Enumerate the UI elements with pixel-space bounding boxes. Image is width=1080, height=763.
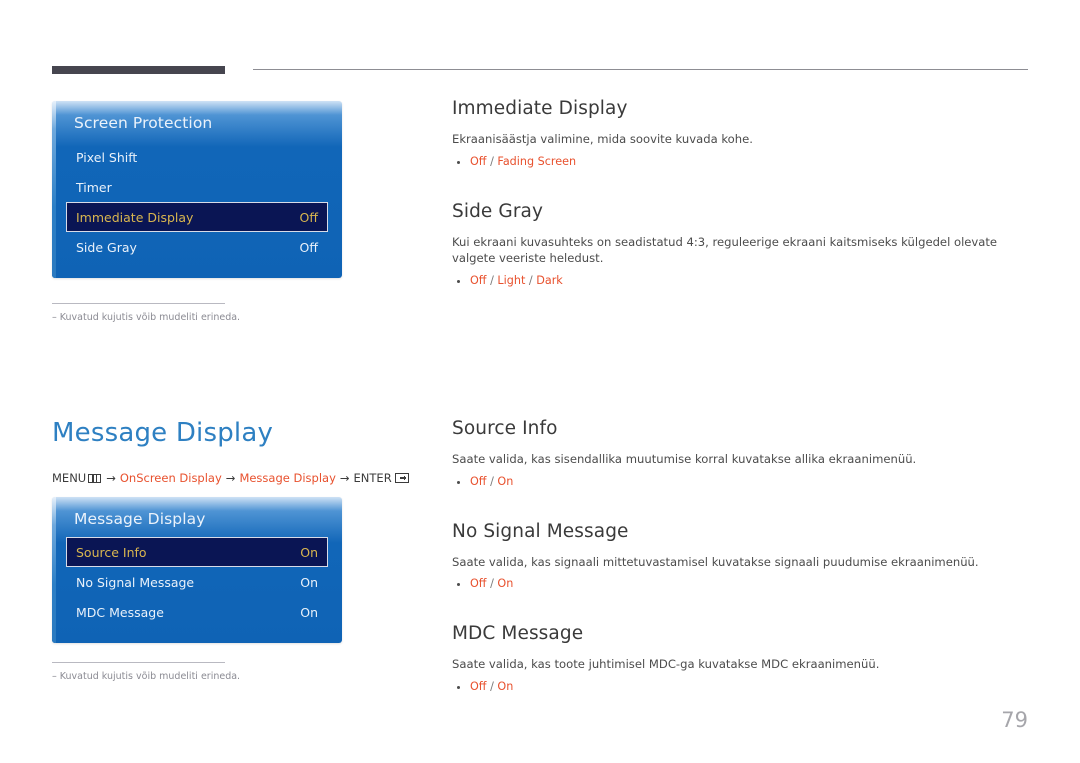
breadcrumb-arrow: → [225, 471, 236, 485]
option-separator: / [486, 154, 498, 168]
osd-item-value: Off [299, 239, 318, 255]
topic-option-list: Off / On [452, 576, 1028, 593]
osd-menu-list: Source Info On No Signal Message On MDC … [52, 537, 342, 643]
page-number: 79 [1001, 708, 1028, 732]
breadcrumb-arrow: → [339, 471, 350, 485]
option-separator: / [486, 474, 498, 488]
topic-heading: MDC Message [452, 623, 584, 645]
header-rule-thick [52, 66, 225, 74]
osd-menu-item-mdc-message[interactable]: MDC Message On [66, 597, 328, 627]
osd-menu-item-source-info[interactable]: Source Info On [66, 537, 328, 567]
option-value: Off [470, 679, 487, 693]
topic-description: Saate valida, kas toote juhtimisel MDC-g… [452, 657, 880, 672]
topic-heading: No Signal Message [452, 520, 629, 542]
figure-note-rule [52, 662, 225, 663]
osd-item-value: On [300, 574, 318, 590]
option-value: Off [470, 274, 487, 288]
osd-menu-item-pixel-shift[interactable]: Pixel Shift [66, 142, 328, 172]
page-title: Message Display [52, 418, 274, 448]
topic-immediate-display: Immediate Display Ekraanisäästja valimin… [452, 98, 1028, 171]
osd-menu-item-side-gray[interactable]: Side Gray Off [66, 232, 328, 262]
osd-item-label: MDC Message [76, 604, 164, 620]
option-value: On [497, 474, 514, 488]
option-separator: / [486, 577, 498, 591]
osd-item-label: Immediate Display [76, 209, 194, 225]
osd-menu-item-timer[interactable]: Timer [66, 172, 328, 202]
option-value: Off [470, 577, 487, 591]
option-separator: / [486, 679, 498, 693]
option-value: Light [497, 274, 526, 288]
option-value: Off [470, 474, 487, 488]
topic-no-signal-message: No Signal Message Saate valida, kas sign… [452, 521, 1028, 594]
topic-heading: Immediate Display [452, 98, 628, 119]
figure-note-rule [52, 303, 225, 304]
osd-item-label: Pixel Shift [76, 149, 138, 165]
osd-menu-item-immediate-display[interactable]: Immediate Display Off [66, 202, 328, 232]
breadcrumb-step-message-display[interactable]: Message Display [239, 471, 335, 485]
breadcrumb-arrow: → [106, 471, 116, 485]
osd-panel-title: Screen Protection [74, 114, 213, 132]
menu-grid-icon [88, 473, 102, 483]
topic-option-list: Off / Light / Dark [452, 273, 1028, 290]
option-value: Off [470, 154, 487, 168]
option-item: Off / On [457, 474, 1028, 491]
header-rule-thin [253, 69, 1028, 70]
figure-note-text: – Kuvatud kujutis võib mudeliti erineda. [52, 671, 241, 682]
topic-heading: Source Info [452, 418, 558, 439]
topic-side-gray: Side Gray Kui ekraani kuvasuhteks on sea… [452, 201, 1028, 290]
figure-note-top: – Kuvatud kujutis võib mudeliti erineda. [52, 303, 302, 324]
header-rule [52, 66, 1028, 74]
osd-panel-title: Message Display [74, 510, 206, 528]
breadcrumb-menu-label: MENU [52, 471, 87, 485]
osd-menu-list: Pixel Shift Timer Immediate Display Off … [52, 142, 342, 278]
figure-note-text: – Kuvatud kujutis võib mudeliti erineda. [52, 312, 241, 323]
osd-item-value: On [300, 544, 318, 560]
option-item: Off / On [457, 576, 1028, 593]
topic-option-list: Off / Fading Screen [452, 154, 1028, 171]
topic-option-list: Off / On [452, 474, 1028, 491]
osd-menu-item-no-signal-message[interactable]: No Signal Message On [66, 567, 328, 597]
option-item: Off / Light / Dark [457, 273, 1028, 290]
topic-heading: Side Gray [452, 200, 544, 222]
osd-item-label: No Signal Message [76, 574, 195, 590]
topic-description: Ekraanisäästja valimine, mida soovite ku… [452, 132, 753, 146]
breadcrumb-step-onscreen-display[interactable]: OnScreen Display [120, 471, 222, 485]
option-value: Dark [536, 274, 563, 288]
topic-mdc-message: MDC Message Saate valida, kas toote juht… [452, 623, 1028, 696]
option-item: Off / On [457, 679, 1028, 696]
option-separator: / [486, 274, 498, 288]
topic-description: Saate valida, kas sisendallika muutumise… [452, 452, 917, 466]
content-column-bottom: Source Info Saate valida, kas sisendalli… [452, 418, 1028, 696]
option-value: On [497, 577, 514, 591]
option-separator: / [525, 274, 537, 288]
topic-description: Kui ekraani kuvasuhteks on seadistatud 4… [452, 234, 998, 266]
topic-description: Saate valida, kas signaali mittetuvastam… [452, 554, 979, 569]
content-column-top: Immediate Display Ekraanisäästja valimin… [452, 98, 1028, 290]
figure-note-bottom: – Kuvatud kujutis võib mudeliti erineda. [52, 662, 302, 683]
osd-item-label: Source Info [76, 544, 147, 560]
option-value: Fading Screen [497, 154, 577, 168]
osd-item-label: Timer [76, 179, 112, 195]
breadcrumb-enter-label: ENTER [353, 471, 392, 485]
osd-item-value: On [300, 604, 318, 620]
topic-option-list: Off / On [452, 679, 1028, 696]
breadcrumb: MENU → OnScreen Display → Message Displa… [52, 471, 409, 485]
osd-item-label: Side Gray [76, 239, 137, 255]
option-item: Off / Fading Screen [457, 154, 1028, 171]
option-value: On [497, 679, 514, 693]
osd-panel-message-display: Message Display Source Info On No Signal… [52, 497, 342, 643]
osd-item-value: Off [299, 209, 318, 225]
osd-panel-screen-protection: Screen Protection Pixel Shift Timer Imme… [52, 101, 342, 278]
enter-return-icon [394, 473, 409, 483]
topic-source-info: Source Info Saate valida, kas sisendalli… [452, 418, 1028, 491]
